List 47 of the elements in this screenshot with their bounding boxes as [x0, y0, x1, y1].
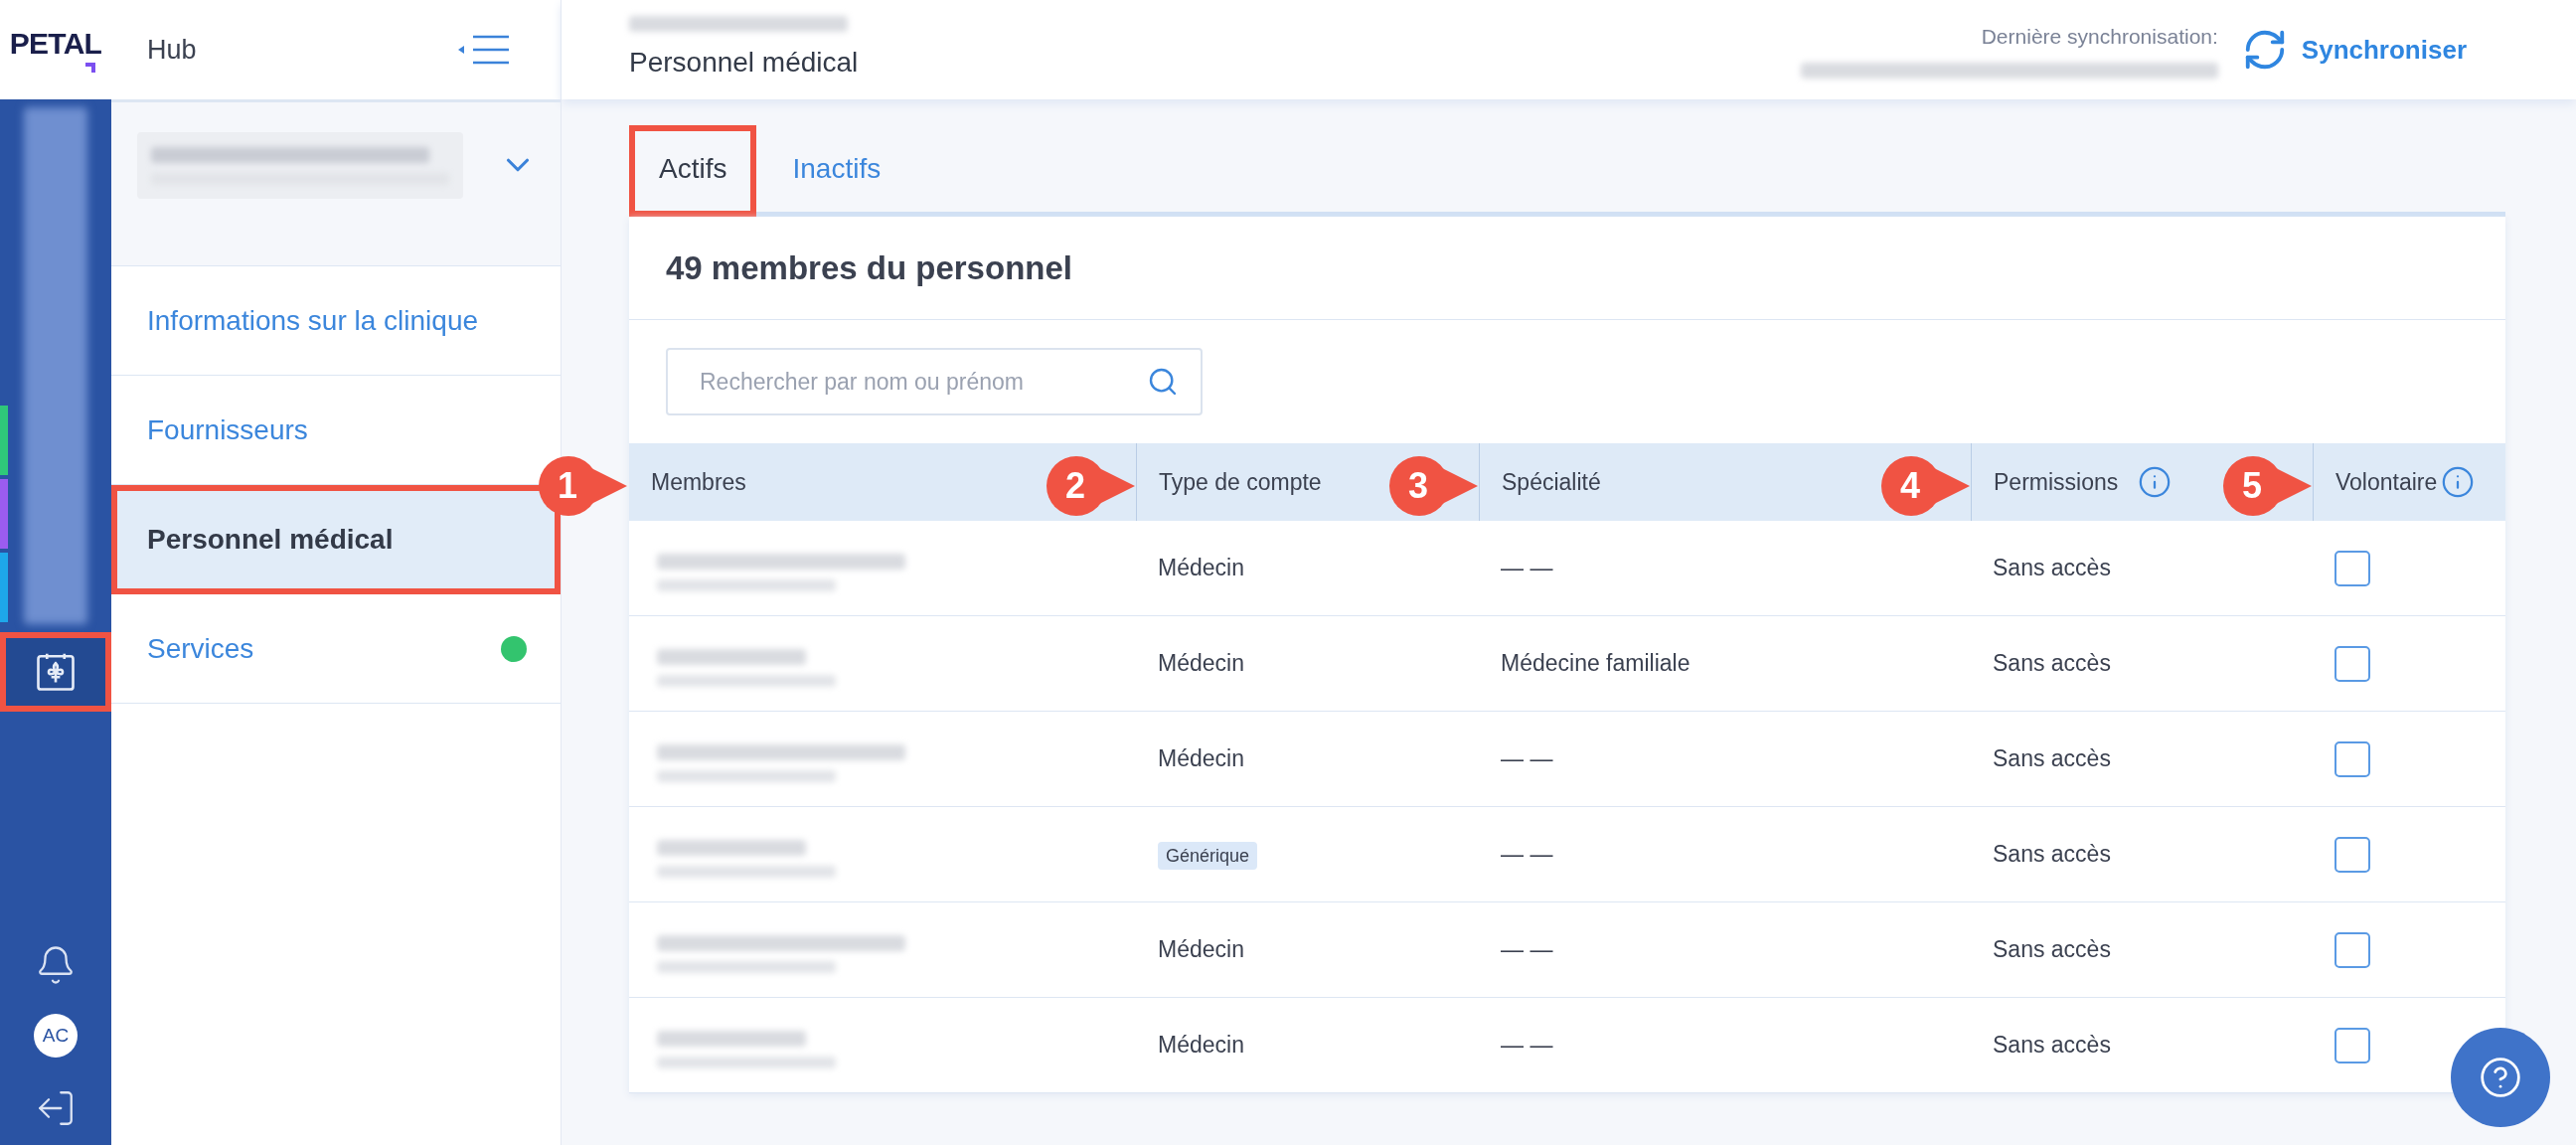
account-type-tag: Générique [1158, 842, 1258, 871]
sidebar-item[interactable]: Informations sur la clinique [111, 266, 561, 376]
table-cell: Sans accès [1993, 936, 2111, 963]
user-avatar[interactable]: AC [34, 1014, 78, 1058]
table-cell: Médecin [1158, 650, 1244, 677]
table-cell: Médecin [1158, 745, 1244, 772]
table-cell: Médecine familiale [1501, 650, 1690, 677]
table-cell: — — [1501, 936, 1553, 963]
column-header: Spécialité [1502, 467, 1601, 497]
checkbox[interactable] [2334, 836, 2370, 873]
sync-button[interactable]: Synchroniser [2241, 27, 2467, 73]
table-cell: Sans accès [1993, 745, 2111, 772]
collapse-menu-icon[interactable] [457, 35, 511, 65]
table-cell: Médecin [1158, 555, 1244, 581]
info-icon[interactable] [2138, 465, 2173, 499]
sidebar-item[interactable]: Personnel médical [111, 485, 561, 594]
column-header: Membres [651, 467, 746, 497]
tab[interactable]: Actifs [629, 125, 757, 217]
calendar-icon[interactable] [0, 632, 111, 712]
table-cell: Sans accès [1993, 555, 2111, 581]
checkbox[interactable] [2334, 931, 2370, 968]
checkbox[interactable] [2334, 1027, 2370, 1063]
table-cell: Médecin [1158, 1032, 1244, 1059]
table-cell: — — [1501, 555, 1553, 581]
column-header: Permissions [1994, 467, 2119, 497]
table-cell: — — [1501, 745, 1553, 772]
table-cell: Sans accès [1993, 650, 2111, 677]
checkbox[interactable] [2334, 740, 2370, 777]
hub-title: Hub [147, 33, 197, 67]
search-field[interactable]: Rechercher par nom ou prénom [666, 348, 1203, 415]
table-cell: — — [1501, 1032, 1553, 1059]
question-mark-icon [2479, 1056, 2522, 1099]
info-icon[interactable] [2441, 465, 2476, 499]
last-sync-label: Dernière synchronisation: [1981, 24, 2218, 51]
page-title: Personnel médical [629, 46, 859, 80]
tab[interactable]: Inactifs [762, 125, 911, 217]
table-cell: — — [1501, 841, 1553, 868]
table-cell: Sans accès [1993, 841, 2111, 868]
sidebar-item[interactable]: Services [111, 594, 561, 704]
table-cell: Médecin [1158, 936, 1244, 963]
checkbox[interactable] [2334, 550, 2370, 586]
column-header: Volontaire [2335, 467, 2438, 497]
search-icon[interactable] [1147, 366, 1179, 398]
table-cell: Sans accès [1993, 1032, 2111, 1059]
card-title: 49 membres du personnel [666, 247, 1072, 288]
column-header: Type de compte [1159, 467, 1322, 497]
checkbox[interactable] [2334, 645, 2370, 682]
